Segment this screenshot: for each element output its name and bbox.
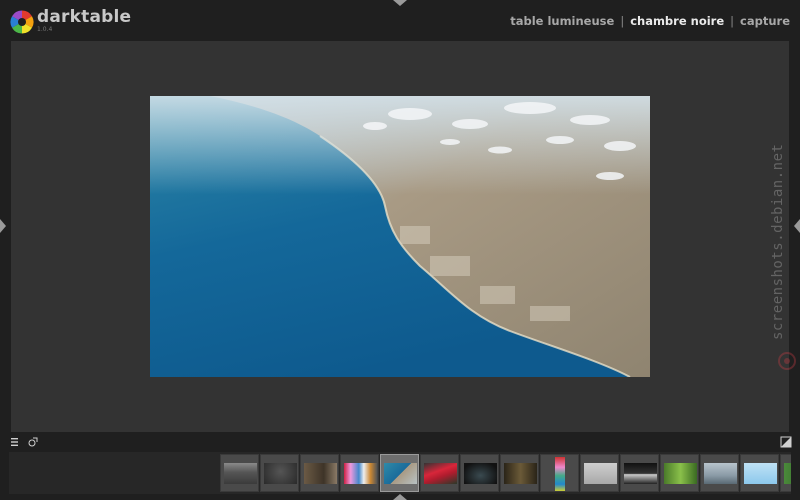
view-switcher: table lumineuse | chambre noire | capture	[510, 14, 790, 28]
view-separator: |	[620, 14, 625, 28]
thumbnail[interactable]	[700, 454, 739, 492]
styles-icon[interactable]	[27, 436, 39, 448]
left-panel-toggle-arrow[interactable]	[0, 219, 6, 233]
filmstrip[interactable]	[9, 452, 791, 494]
view-lighttable[interactable]: table lumineuse	[510, 14, 614, 28]
right-panel-toggle-arrow[interactable]	[794, 219, 800, 233]
watermark-text: screenshots.debian.net	[770, 143, 786, 340]
center-view[interactable]	[11, 41, 789, 432]
top-bar: darktable 1.0.4 table lumineuse | chambre …	[0, 0, 800, 41]
view-capture[interactable]: capture	[740, 14, 790, 28]
watermark-logo-icon	[778, 352, 796, 370]
thumbnail[interactable]	[340, 454, 379, 492]
app-version: 1.0.4	[37, 26, 53, 33]
thumbnail[interactable]	[260, 454, 299, 492]
thumbnail[interactable]	[220, 454, 259, 492]
bottom-panel-toggle-arrow[interactable]	[393, 494, 407, 500]
thumbnail[interactable]	[580, 454, 619, 492]
thumbnail[interactable]	[740, 454, 779, 492]
toggle-display-icon[interactable]	[780, 436, 792, 448]
bottom-toolbar	[0, 432, 800, 452]
top-panel-toggle-arrow[interactable]	[393, 0, 407, 6]
thumbnail[interactable]	[420, 454, 459, 492]
thumbnail[interactable]	[540, 454, 579, 492]
main-photo[interactable]	[150, 96, 650, 377]
thumbnail-selected[interactable]	[380, 454, 419, 492]
hamburger-menu-icon[interactable]	[10, 436, 22, 448]
aperture-logo-icon	[10, 10, 34, 34]
app-name: darktable	[37, 7, 132, 27]
thumbnail[interactable]	[460, 454, 499, 492]
thumbnail[interactable]	[620, 454, 659, 492]
thumbnail[interactable]	[780, 454, 791, 492]
thumbnail[interactable]	[660, 454, 699, 492]
thumbnail[interactable]	[300, 454, 339, 492]
view-separator: |	[730, 14, 735, 28]
view-darkroom[interactable]: chambre noire	[630, 14, 724, 28]
thumbnail[interactable]	[500, 454, 539, 492]
